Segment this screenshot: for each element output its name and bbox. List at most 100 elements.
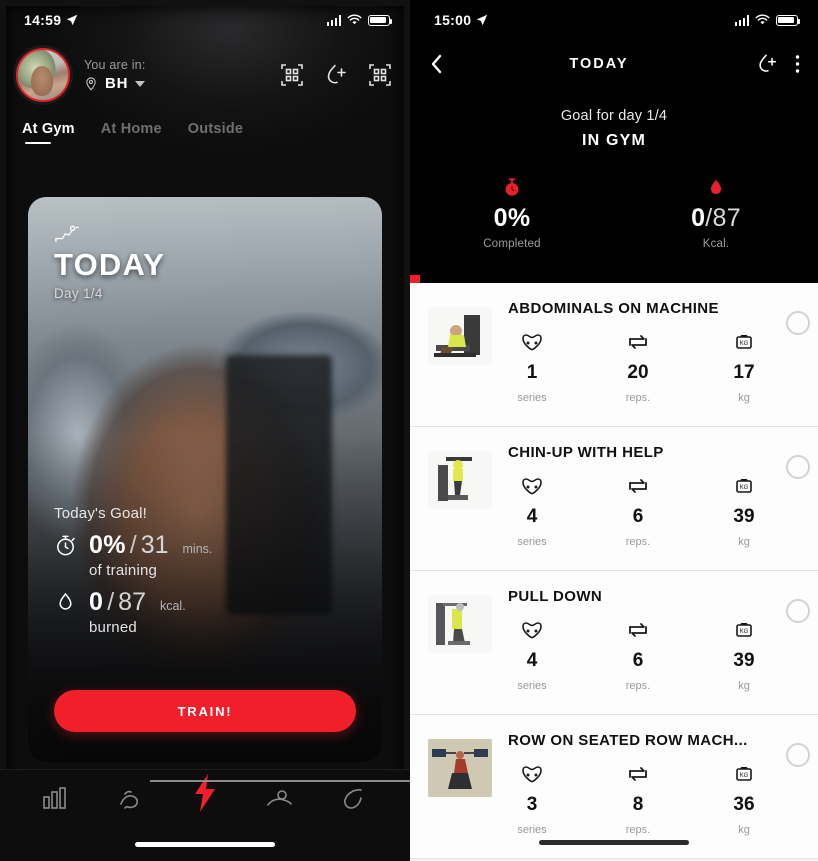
home-indicator xyxy=(135,842,275,847)
qr-code-icon[interactable] xyxy=(280,63,304,87)
exercise-name: CHIN-UP WITH HELP xyxy=(508,444,664,461)
exercise-checkbox[interactable] xyxy=(786,743,810,767)
exercise-checkbox[interactable] xyxy=(786,455,810,479)
metric-reps: 20 reps. xyxy=(614,331,662,404)
repeat-icon xyxy=(629,767,647,781)
stat-completed: 0% Completed xyxy=(410,176,614,250)
chevron-left-icon[interactable] xyxy=(430,54,442,74)
svg-text:KG: KG xyxy=(740,341,749,347)
status-time-group: 14:59 xyxy=(24,12,78,28)
metric-reps-label: reps. xyxy=(625,824,651,836)
tab-at-home[interactable]: At Home xyxy=(101,121,162,144)
exercise-info: ABDOMINALS ON MACHINE 1 series 20 reps. … xyxy=(492,297,786,404)
repeat-icon xyxy=(629,335,647,349)
metric-reps-label: reps. xyxy=(625,392,651,404)
left-phone-screen: 14:59 You are in: BH At Gym At Home Outs… xyxy=(0,0,410,861)
stat-kcal-denominator: /87 xyxy=(705,204,741,232)
tab-outside[interactable]: Outside xyxy=(188,121,243,144)
metric-series-value: 3 xyxy=(526,794,538,815)
chevron-down-icon[interactable] xyxy=(135,80,146,87)
svg-text:KG: KG xyxy=(740,773,749,779)
location-block[interactable]: You are in: BH xyxy=(84,58,146,92)
metric-weight-label: kg xyxy=(738,536,750,548)
scroll-indicator[interactable] xyxy=(539,840,689,845)
battery-full-icon xyxy=(776,14,800,26)
flame-drop-icon xyxy=(59,592,72,610)
metric-weight-value: 39 xyxy=(733,650,755,671)
tab-at-gym[interactable]: At Gym xyxy=(22,121,75,144)
table-row[interactable]: PULL DOWN 4 series 6 reps. KG 39 kg xyxy=(410,571,818,715)
goal-time-unit: mins. xyxy=(182,542,213,556)
metric-weight: KG 36 kg xyxy=(720,763,768,836)
goal-time-caption: of training xyxy=(89,562,158,579)
stats-bars-icon[interactable] xyxy=(41,786,71,812)
table-row[interactable]: CHIN-UP WITH HELP 4 series 6 reps. KG 39… xyxy=(410,427,818,571)
weight-icon: KG xyxy=(736,335,752,349)
goal-time-total: 31 xyxy=(140,531,169,559)
metric-reps: 8 reps. xyxy=(614,763,662,836)
metric-weight: KG 17 kg xyxy=(720,331,768,404)
more-vertical-icon[interactable] xyxy=(795,54,800,74)
goal-heading: Today's Goal! xyxy=(54,505,148,522)
weight-icon: KG xyxy=(736,623,752,637)
card-goal-block: Today's Goal! 0% / 31 mins. of training xyxy=(54,505,212,636)
exercise-checkbox[interactable] xyxy=(786,599,810,623)
status-indicators xyxy=(734,14,800,26)
goal-time-separator: / xyxy=(129,531,137,559)
metric-series-label: series xyxy=(517,536,547,548)
metric-weight-label: kg xyxy=(738,392,750,404)
exercise-checkbox[interactable] xyxy=(786,311,810,335)
train-button[interactable]: TRAIN! xyxy=(54,690,356,732)
metric-weight-label: kg xyxy=(738,824,750,836)
gym-machine-icon xyxy=(55,225,79,243)
exercise-name: PULL DOWN xyxy=(508,588,603,605)
header-stats: 0% Completed 0/87 Kcal. xyxy=(410,176,818,250)
qr-scan-icon[interactable] xyxy=(368,63,392,87)
table-row[interactable]: ABDOMINALS ON MACHINE 1 series 20 reps. … xyxy=(410,283,818,427)
metric-series-value: 4 xyxy=(526,650,538,671)
goal-kcal-value: 0 xyxy=(89,588,104,616)
table-row[interactable]: ROW ON SEATED ROW MACH... 3 series 8 rep… xyxy=(410,715,818,859)
stat-completed-label: Completed xyxy=(483,238,541,250)
metric-reps: 6 reps. xyxy=(614,619,662,692)
stat-completed-number: 0% xyxy=(493,204,531,232)
metric-series-label: series xyxy=(517,680,547,692)
progress-marker xyxy=(410,275,420,283)
profile-body-icon[interactable] xyxy=(339,786,369,812)
location-arrow-icon xyxy=(67,14,78,26)
status-indicators xyxy=(326,14,392,26)
chin-up-machine-thumb xyxy=(428,451,492,509)
goal-kcal-separator: / xyxy=(107,588,115,616)
location-selector[interactable]: BH xyxy=(84,75,146,92)
pull-down-machine-thumb xyxy=(428,595,492,653)
cellular-signal-icon xyxy=(326,14,341,26)
avatar[interactable] xyxy=(16,48,70,102)
goal-for-day-label: Goal for day 1/4 xyxy=(560,108,668,124)
exercise-metrics: 4 series 6 reps. KG 39 kg xyxy=(508,475,780,548)
metric-reps-value: 20 xyxy=(627,362,649,383)
card-title: TODAY xyxy=(54,247,166,282)
you-are-in-label: You are in: xyxy=(84,58,146,72)
status-time-group: 15:00 xyxy=(434,12,488,28)
stat-completed-value: 0% xyxy=(494,204,531,233)
right-phone-screen: 15:00 TODAY Goal for day 1/4 IN GYM 0% C… xyxy=(410,0,818,861)
add-water-icon[interactable] xyxy=(756,53,778,75)
metric-reps: 6 reps. xyxy=(614,475,662,548)
today-workout-card[interactable]: TODAY Day 1/4 Today's Goal! 0% / 31 mins… xyxy=(28,197,382,762)
goal-kcal-unit: kcal. xyxy=(159,599,186,613)
nutrition-icon[interactable] xyxy=(264,786,294,812)
add-water-icon[interactable] xyxy=(324,63,348,87)
goal-kcal-total: 87 xyxy=(118,588,146,616)
nav-actions xyxy=(756,53,800,75)
exercise-info: CHIN-UP WITH HELP 4 series 6 reps. KG 39… xyxy=(492,441,786,548)
navigation-bar: TODAY xyxy=(410,40,818,88)
muscle-arm-icon[interactable] xyxy=(116,786,146,812)
dual-phone-screenshot: 14:59 You are in: BH At Gym At Home Outs… xyxy=(0,0,818,861)
lightning-bolt-icon[interactable] xyxy=(192,773,218,813)
location-arrow-icon xyxy=(477,14,488,26)
metric-series: 3 series xyxy=(508,763,556,836)
status-time: 14:59 xyxy=(24,12,62,28)
card-heading-group: TODAY Day 1/4 xyxy=(54,223,165,301)
bottom-navigation xyxy=(0,769,410,861)
metric-series-label: series xyxy=(517,824,547,836)
